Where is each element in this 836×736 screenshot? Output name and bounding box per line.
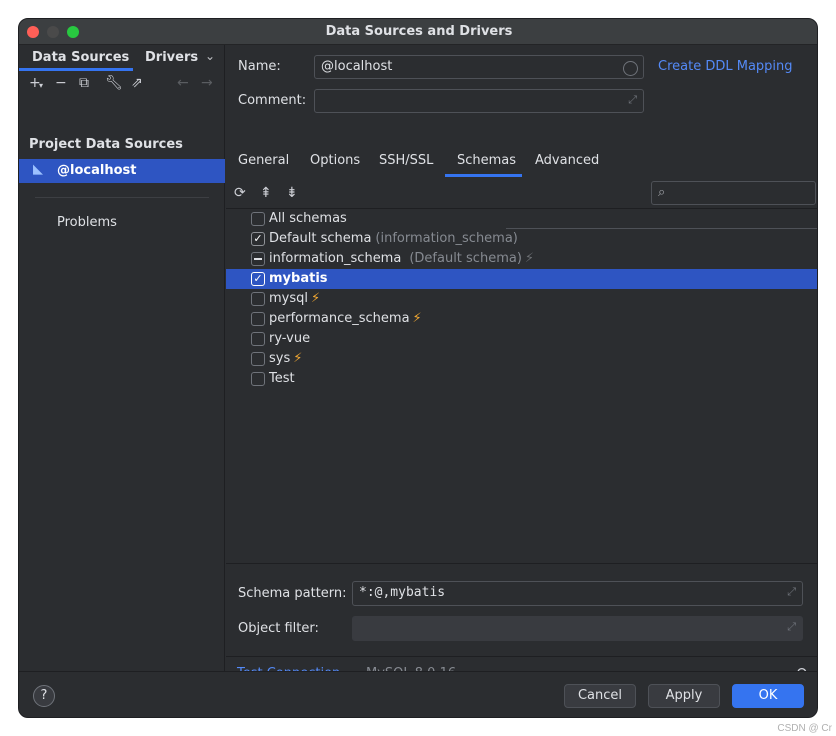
tab-schemas[interactable]: Schemas	[457, 153, 516, 168]
tab-data-sources[interactable]: Data Sources	[32, 50, 129, 65]
schema-row-test[interactable]: Test	[226, 369, 817, 389]
checkbox[interactable]	[251, 312, 265, 326]
object-filter-label: Object filter:	[238, 621, 319, 636]
checkbox-checked[interactable]: ✓	[251, 272, 265, 286]
schema-row-mysql[interactable]: mysql ⚡︎	[226, 289, 817, 309]
schema-name: mybatis	[269, 271, 328, 286]
name-field[interactable]: @localhost	[314, 55, 644, 79]
add-dropdown-icon[interactable]: ▾	[39, 81, 43, 90]
problems-item[interactable]: Problems	[57, 215, 117, 230]
cancel-button[interactable]: Cancel	[564, 684, 636, 708]
object-filter-field[interactable]: ⤢	[352, 616, 803, 641]
tab-drivers[interactable]: Drivers	[145, 50, 198, 65]
expand-icon[interactable]: ⤢	[787, 620, 796, 634]
expand-icon[interactable]: ⤢	[628, 93, 637, 107]
schema-row-ry-vue[interactable]: ry-vue	[226, 329, 817, 349]
expand-icon[interactable]: ⤢	[787, 585, 796, 599]
schema-pattern-label: Schema pattern:	[238, 586, 347, 601]
schema-pattern-field[interactable]: *:@,mybatis ⤢	[352, 581, 803, 606]
checkbox[interactable]	[251, 372, 265, 386]
schema-row-sys[interactable]: sys ⚡︎	[226, 349, 817, 369]
tab-advanced[interactable]: Advanced	[535, 153, 599, 168]
name-value: @localhost	[321, 59, 393, 74]
dialog-window: Data Sources and Drivers Data Sources Dr…	[18, 18, 818, 718]
name-label: Name:	[238, 59, 281, 74]
schema-name: mysql ⚡︎	[269, 291, 321, 306]
refresh-icon[interactable]: ⟳	[234, 185, 246, 201]
schema-row-performance-schema[interactable]: performance_schema ⚡︎	[226, 309, 817, 329]
left-tabs: Data Sources Drivers ⌄	[19, 45, 225, 71]
expand-all-icon[interactable]: ⇞	[260, 185, 272, 201]
back-arrow-icon[interactable]: ←	[177, 75, 189, 91]
active-tab-indicator	[19, 68, 133, 71]
settings-tabs: General Options SSH/SSL Schemas Advanced	[226, 149, 817, 177]
checkbox-partial[interactable]	[251, 252, 265, 266]
left-panel: Data Sources Drivers ⌄ + ▾ − ⧉ 🔧︎ ⇗ ← → …	[19, 45, 225, 671]
active-tab-indicator	[445, 174, 522, 177]
ok-button[interactable]: OK	[732, 684, 804, 708]
jump-to-icon[interactable]: ⇗	[131, 75, 143, 91]
schema-name: ry-vue	[269, 331, 311, 346]
schema-filter-area: Schema pattern: *:@,mybatis ⤢ Object fil…	[226, 563, 817, 682]
watermark: CSDN @ Cr	[777, 723, 832, 734]
schema-name: sys ⚡︎	[269, 351, 303, 366]
schema-list: All schemas ✓ Default schema (information…	[226, 209, 817, 559]
schema-row-mybatis[interactable]: ✓ mybatis	[226, 269, 817, 289]
chevron-down-icon[interactable]: ⌄	[205, 49, 215, 63]
collapse-all-icon[interactable]: ⇟	[286, 185, 298, 201]
checkbox[interactable]	[251, 332, 265, 346]
schema-search-input[interactable]: ⌕	[651, 181, 816, 205]
dialog-footer: ? Cancel Apply OK	[19, 671, 817, 717]
divider	[35, 197, 209, 198]
tab-general[interactable]: General	[238, 153, 289, 168]
search-icon: ⌕	[658, 185, 666, 200]
window-title: Data Sources and Drivers	[325, 24, 513, 39]
left-toolbar: + ▾ − ⧉ 🔧︎ ⇗ ← →	[19, 75, 225, 97]
create-ddl-mapping-link[interactable]: Create DDL Mapping	[658, 59, 793, 74]
schema-row-default-schema[interactable]: ✓ Default schema (information_schema)	[226, 229, 817, 249]
schema-row-all-schemas[interactable]: All schemas	[226, 209, 817, 229]
schema-toolbar: ⟳ ⇞ ⇟ ⌕	[226, 179, 817, 209]
tab-ssh-ssl[interactable]: SSH/SSL	[379, 153, 433, 168]
divider	[226, 656, 817, 657]
datasource-label: @localhost	[57, 163, 137, 178]
checkbox[interactable]	[251, 292, 265, 306]
right-panel: Name: @localhost Create DDL Mapping Comm…	[226, 45, 817, 682]
wrench-icon[interactable]: 🔧︎	[105, 75, 123, 91]
bolt-icon: ⚡︎	[311, 291, 321, 306]
bolt-icon: ⚡︎	[412, 311, 422, 326]
schema-name: Default schema (information_schema)	[269, 231, 518, 246]
schema-name: All schemas	[269, 211, 347, 226]
color-circle-icon[interactable]	[623, 61, 638, 76]
datasource-item-localhost[interactable]: ◣ @localhost	[19, 159, 225, 183]
comment-label: Comment:	[238, 93, 307, 108]
mysql-dolphin-icon: ◣	[33, 162, 43, 177]
schema-name: performance_schema ⚡︎	[269, 311, 422, 326]
bolt-icon: ⚡︎	[524, 251, 535, 266]
bolt-icon: ⚡︎	[293, 351, 303, 366]
checkbox[interactable]	[251, 352, 265, 366]
schema-name: Test	[269, 371, 295, 386]
forward-arrow-icon[interactable]: →	[201, 75, 213, 91]
schema-row-information-schema[interactable]: information_schema (Default schema) ⚡︎	[226, 249, 817, 269]
apply-button[interactable]: Apply	[648, 684, 720, 708]
duplicate-icon[interactable]: ⧉	[79, 75, 89, 91]
title-bar: Data Sources and Drivers	[19, 19, 817, 45]
schema-pattern-value: *:@,mybatis	[359, 585, 446, 600]
checkbox-checked[interactable]: ✓	[251, 232, 265, 246]
comment-field[interactable]: ⤢	[314, 89, 644, 113]
checkbox[interactable]	[251, 212, 265, 226]
help-button[interactable]: ?	[33, 685, 55, 707]
remove-icon[interactable]: −	[55, 75, 67, 91]
schema-name: information_schema (Default schema) ⚡︎	[269, 251, 535, 266]
project-data-sources-heading: Project Data Sources	[29, 137, 183, 152]
tab-options[interactable]: Options	[310, 153, 360, 168]
